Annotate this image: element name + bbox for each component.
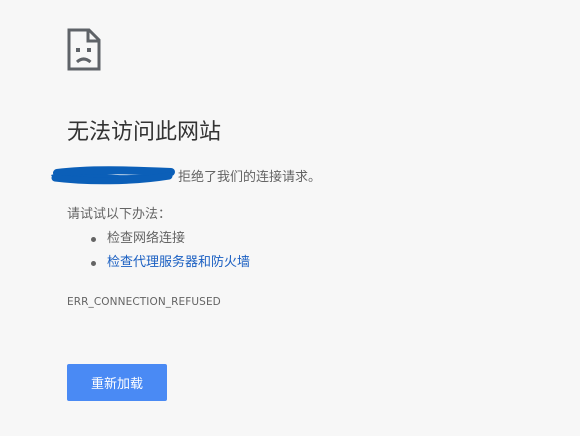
- check-network-text: 检查网络连接: [107, 231, 186, 246]
- list-item: 检查代理服务器和防火墙: [67, 252, 250, 276]
- bullet-icon: [91, 261, 96, 266]
- error-code: ERR_CONNECTION_REFUSED: [67, 296, 221, 308]
- redaction-scribble: [51, 166, 175, 185]
- suggestions-intro: 请试试以下办法：: [67, 207, 172, 222]
- refused-text: 拒绝了我们的连接请求。: [178, 169, 322, 185]
- page-title: 无法访问此网站: [67, 120, 222, 145]
- error-page: 无法访问此网站 拒绝了我们的连接请求。 请试试以下办法： 检查网络连接 检查代理…: [0, 0, 580, 436]
- reload-button[interactable]: 重新加载: [67, 364, 167, 401]
- check-proxy-firewall-link[interactable]: 检查代理服务器和防火墙: [107, 255, 250, 270]
- bullet-icon: [91, 237, 96, 242]
- refused-message: 拒绝了我们的连接请求。: [47, 160, 321, 190]
- sad-page-icon: [67, 28, 101, 71]
- suggestions-list: 检查网络连接 检查代理服务器和防火墙: [67, 228, 250, 276]
- list-item: 检查网络连接: [67, 228, 250, 252]
